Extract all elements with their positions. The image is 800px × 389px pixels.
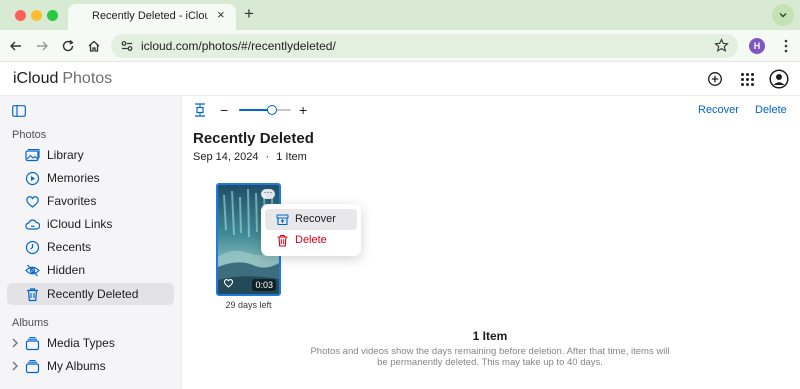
page-subtitle: Sep 14, 2024 · 1 Item <box>193 151 307 163</box>
forward-arrow-icon[interactable] <box>34 38 50 54</box>
trash-icon <box>277 234 288 247</box>
chevron-right-icon[interactable] <box>11 361 19 371</box>
address-bar[interactable]: icloud.com/photos/#/recentlydeleted/ <box>111 34 738 58</box>
context-menu-delete-label: Delete <box>295 234 327 246</box>
account-icon[interactable] <box>769 69 789 89</box>
days-left-label: 29 days left <box>225 300 272 310</box>
window-close-button[interactable] <box>15 10 26 21</box>
tab-close-icon[interactable]: × <box>217 8 225 21</box>
footer-description: Photos and videos show the days remainin… <box>310 346 670 368</box>
browser-tab-bar: Recently Deleted - iCloud Photos × + <box>0 0 800 30</box>
sidebar-item-media-types[interactable]: Media Types <box>7 332 174 354</box>
deleted-date: Sep 14, 2024 <box>193 151 259 163</box>
sidebar-item-icloud-links[interactable]: iCloud Links <box>7 213 174 235</box>
recover-all-button[interactable]: Recover <box>698 104 739 116</box>
window-minimize-button[interactable] <box>31 10 42 21</box>
sidebar-item-label: iCloud Links <box>47 217 113 231</box>
zoom-slider-knob[interactable] <box>266 105 277 115</box>
context-menu-delete[interactable]: Delete <box>265 230 357 251</box>
cloud-link-icon <box>25 219 40 230</box>
tab-title: Recently Deleted - iCloud Photos <box>92 10 208 22</box>
browser-tab[interactable]: Recently Deleted - iCloud Photos × <box>68 4 236 30</box>
sidebar-item-label: My Albums <box>47 359 106 373</box>
trash-icon <box>27 288 38 302</box>
favorite-heart-icon[interactable] <box>223 278 234 288</box>
new-tab-button[interactable]: + <box>244 5 254 22</box>
sidebar-section-photos: Photos <box>12 129 47 141</box>
item-count: 1 Item <box>276 151 307 163</box>
context-menu-recover-label: Recover <box>295 213 336 225</box>
more-options-button[interactable]: ··· <box>261 188 275 199</box>
sidebar-section-albums: Albums <box>12 317 49 329</box>
app-header: iCloud Photos <box>0 62 800 96</box>
url-text: icloud.com/photos/#/recentlydeleted/ <box>141 39 336 53</box>
brand-icloud: iCloud <box>13 70 59 87</box>
profile-avatar[interactable]: H <box>749 38 765 54</box>
sidebar-item-label: Favorites <box>47 194 97 208</box>
site-settings-icon[interactable] <box>120 39 134 58</box>
stack-icon <box>25 359 40 374</box>
bookmark-star-icon[interactable] <box>714 38 729 58</box>
add-icon[interactable] <box>706 70 724 88</box>
photo-library-icon <box>25 148 40 162</box>
sidebar-item-label: Memories <box>47 171 100 185</box>
context-menu-recover[interactable]: Recover <box>265 209 357 230</box>
sidebar-item-memories[interactable]: Memories <box>7 167 174 189</box>
video-duration: 0:03 <box>252 279 276 291</box>
recover-tray-icon <box>276 214 289 226</box>
sidebar-item-hidden[interactable]: Hidden <box>7 259 174 281</box>
sidebar-item-label: Hidden <box>47 263 86 277</box>
sidebar-item-my-albums[interactable]: My Albums <box>7 355 174 377</box>
footer-item-count: 1 Item <box>472 329 508 343</box>
delete-all-button[interactable]: Delete <box>755 104 787 116</box>
kebab-menu-icon[interactable] <box>778 38 794 54</box>
sidebar-toggle-icon[interactable] <box>12 104 26 117</box>
brand-photos: Photos <box>62 70 113 87</box>
clock-icon <box>25 240 40 255</box>
reload-icon[interactable] <box>60 38 76 54</box>
zoom-out-button[interactable]: − <box>220 102 228 118</box>
app-grid-icon[interactable] <box>738 70 756 88</box>
chevron-right-icon[interactable] <box>11 338 19 348</box>
heart-icon <box>26 196 39 208</box>
sidebar-item-label: Recently Deleted <box>47 287 139 301</box>
sidebar-item-recents[interactable]: Recents <box>7 236 174 258</box>
eye-slash-icon <box>25 264 40 277</box>
chevron-down-icon <box>779 13 787 18</box>
memories-icon <box>25 171 40 186</box>
back-arrow-icon[interactable] <box>8 38 24 54</box>
zoom-in-button[interactable]: + <box>299 102 307 118</box>
window-zoom-button[interactable] <box>47 10 58 21</box>
context-menu: Recover Delete <box>261 204 361 256</box>
sidebar-item-label: Recents <box>47 240 92 254</box>
zoom-slider[interactable] <box>239 105 291 115</box>
sidebar-item-label: Library <box>47 148 84 162</box>
page-title: Recently Deleted <box>193 130 314 147</box>
subtitle-separator: · <box>265 151 270 163</box>
sidebar-item-favorites[interactable]: Favorites <box>7 190 174 212</box>
sidebar-item-library[interactable]: Library <box>7 144 174 166</box>
stack-icon <box>25 336 40 351</box>
aspect-toggle-icon[interactable] <box>193 102 207 123</box>
icloud-photos-logo[interactable]: iCloud Photos <box>12 70 112 88</box>
sidebar: Photos Library Memories Favorites iCloud… <box>0 96 182 389</box>
sidebar-item-label: Media Types <box>47 336 115 350</box>
tab-search-chevron-button[interactable] <box>772 4 794 26</box>
sidebar-item-recently-deleted[interactable]: Recently Deleted <box>7 283 174 305</box>
browser-toolbar: icloud.com/photos/#/recentlydeleted/ H <box>0 30 800 62</box>
home-icon[interactable] <box>86 38 102 54</box>
